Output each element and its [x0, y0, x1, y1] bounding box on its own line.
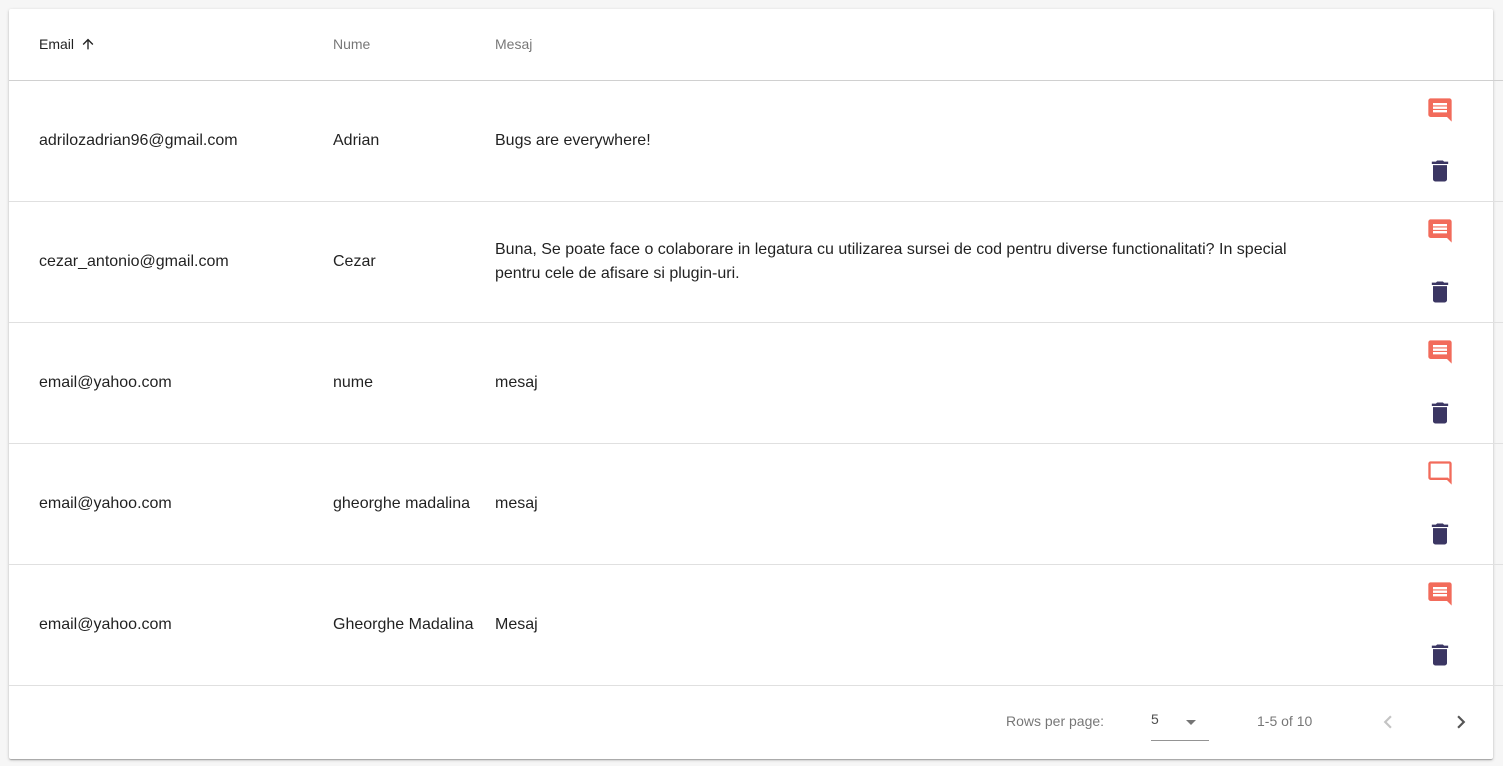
table-row: email@yahoo.com gheorghe madalina mesaj — [9, 443, 1503, 564]
comment-filled-icon[interactable] — [1426, 580, 1454, 608]
cell-name: nume — [333, 373, 374, 391]
trash-icon[interactable] — [1426, 278, 1454, 306]
table-row: email@yahoo.com Gheorghe Madalina Mesaj — [9, 564, 1503, 685]
column-header-actions — [1351, 9, 1503, 80]
comment-filled-icon[interactable] — [1426, 217, 1454, 245]
cell-email: email@yahoo.com — [39, 494, 172, 512]
cell-name: Cezar — [333, 252, 376, 270]
cell-email: cezar_antonio@gmail.com — [39, 252, 229, 270]
trash-icon[interactable] — [1426, 157, 1454, 185]
rows-per-page-select[interactable]: 5 — [1151, 708, 1209, 741]
cell-message: mesaj — [495, 494, 538, 512]
table-row: cezar_antonio@gmail.com Cezar Buna, Se p… — [9, 201, 1503, 322]
column-header-email[interactable]: Email — [9, 9, 333, 80]
cell-message: Bugs are everywhere! — [495, 131, 651, 149]
comment-filled-icon[interactable] — [1426, 96, 1454, 124]
cell-message: Buna, Se poate face o colaborare in lega… — [495, 240, 1287, 282]
table-row: email@yahoo.com nume mesaj — [9, 322, 1503, 443]
cell-message: mesaj — [495, 373, 538, 391]
cell-name: gheorghe madalina — [333, 494, 470, 512]
table-row: adrilozadrian96@gmail.com Adrian Bugs ar… — [9, 80, 1503, 201]
rows-per-page-value: 5 — [1151, 711, 1159, 727]
table-pagination: Rows per page: 5 1-5 of 10 — [9, 686, 1493, 759]
cell-message: Mesaj — [495, 615, 538, 633]
rows-per-page-label: Rows per page: — [1006, 713, 1105, 729]
arrow-up-icon — [82, 38, 94, 50]
previous-page-button[interactable] — [1374, 708, 1402, 736]
pagination-range: 1-5 of 10 — [1257, 713, 1313, 729]
column-header-nume[interactable]: Nume — [333, 9, 495, 80]
comment-filled-icon[interactable] — [1426, 338, 1454, 366]
cell-name: Gheorghe Madalina — [333, 615, 474, 633]
trash-icon[interactable] — [1426, 641, 1454, 669]
messages-table: Email Nume Mesaj adrilozadrian96@gmail.c… — [9, 9, 1503, 686]
column-header-email-label: Email — [39, 36, 75, 53]
trash-icon[interactable] — [1426, 520, 1454, 548]
cell-email: email@yahoo.com — [39, 615, 172, 633]
column-header-mesaj[interactable]: Mesaj — [495, 9, 1351, 80]
comment-outline-icon[interactable] — [1426, 459, 1454, 487]
cell-email: adrilozadrian96@gmail.com — [39, 131, 238, 149]
trash-icon[interactable] — [1426, 399, 1454, 427]
caret-down-icon — [1186, 720, 1196, 725]
chevron-right-icon — [1457, 715, 1466, 729]
cell-name: Adrian — [333, 131, 380, 149]
table-header-row: Email Nume Mesaj — [9, 9, 1503, 80]
cell-email: email@yahoo.com — [39, 373, 172, 391]
next-page-button[interactable] — [1447, 708, 1475, 736]
messages-card: Email Nume Mesaj adrilozadrian96@gmail.c… — [9, 9, 1503, 759]
chevron-left-icon — [1383, 715, 1392, 729]
